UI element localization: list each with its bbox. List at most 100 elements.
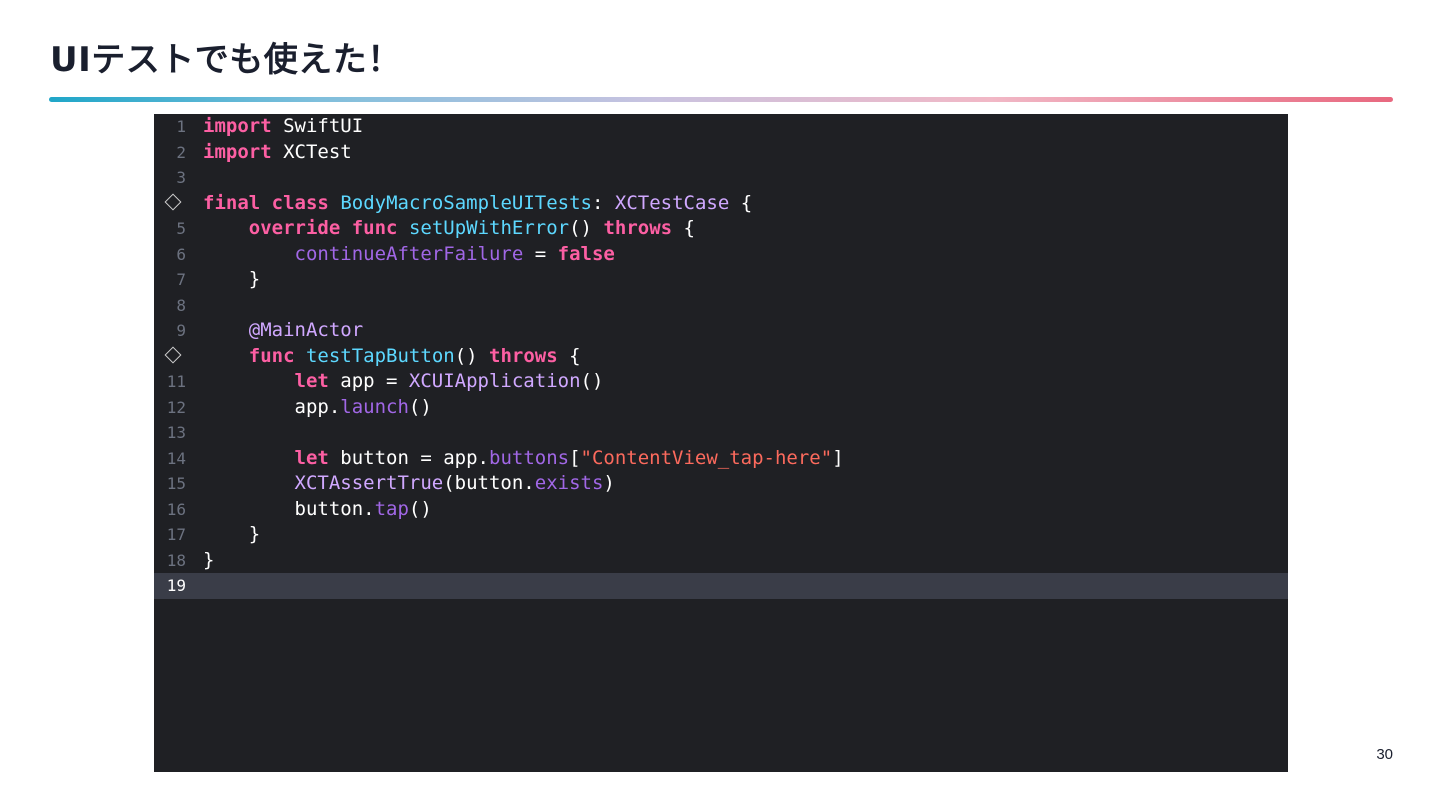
code-line[interactable]: 8	[154, 293, 1288, 319]
code-text: }	[203, 267, 260, 293]
code-token: button = app.	[328, 446, 489, 469]
code-text: func testTapButton() throws {	[203, 344, 581, 370]
line-number: 17	[166, 525, 186, 544]
code-text: import XCTest	[203, 140, 352, 166]
line-number: 11	[166, 372, 186, 391]
code-text: app.launch()	[203, 395, 432, 421]
code-editor[interactable]: 1 import SwiftUI 2 import XCTest 3 final clas…	[154, 114, 1288, 772]
code-token: {	[672, 217, 695, 239]
code-token: [	[569, 446, 581, 469]
code-line[interactable]: 13	[154, 420, 1288, 446]
code-line[interactable]: 6 continueAfterFailure = false	[154, 242, 1288, 268]
code-line[interactable]: 7 }	[154, 267, 1288, 293]
code-token: "ContentView_tap-here"	[580, 446, 833, 469]
test-diamond-icon[interactable]	[164, 193, 182, 210]
code-token: ()	[454, 344, 490, 367]
code-token: exists	[534, 472, 604, 494]
code-line[interactable]: 9 @MainActor	[154, 318, 1288, 344]
code-token: let	[294, 370, 329, 392]
code-token: =	[523, 242, 558, 265]
line-number: 14	[166, 448, 186, 468]
line-number: 9	[176, 321, 186, 340]
code-text: button.tap()	[203, 497, 432, 523]
code-line[interactable]: 14 let button = app.buttons["ContentView…	[154, 446, 1288, 472]
code-token: app =	[328, 370, 409, 392]
code-token: class	[271, 191, 329, 214]
code-line[interactable]: 12 app.launch()	[154, 395, 1288, 421]
code-line[interactable]: 1 import SwiftUI	[154, 114, 1288, 140]
code-text: }	[203, 522, 260, 548]
code-token: :	[591, 191, 615, 214]
code-line[interactable]: 18}	[154, 548, 1288, 574]
code-token: XCTest	[271, 140, 352, 163]
code-token: buttons	[489, 446, 570, 469]
code-token: }	[203, 268, 261, 290]
code-token: {	[557, 344, 581, 367]
code-token: ()	[408, 395, 432, 418]
line-number: 18	[166, 550, 186, 570]
code-token: ]	[832, 446, 844, 469]
code-token: import	[203, 115, 272, 137]
line-number: 16	[166, 499, 186, 519]
code-text: XCTAssertTrue(button.exists)	[203, 471, 615, 497]
title-divider	[49, 97, 1393, 102]
code-line[interactable]: 2 import XCTest	[154, 140, 1288, 166]
code-token: {	[729, 191, 753, 214]
code-token: let	[294, 446, 329, 469]
code-token: false	[557, 242, 615, 265]
code-token: @MainActor	[248, 319, 364, 341]
code-line[interactable]: 15 XCTAssertTrue(button.exists)	[154, 471, 1288, 497]
code-token: XCTestCase	[614, 191, 730, 214]
code-token: ()	[408, 497, 432, 520]
code-text: override func setUpWithError() throws {	[203, 216, 695, 242]
line-number: 6	[176, 244, 186, 264]
code-text: let button = app.buttons["ContentView_ta…	[203, 446, 844, 472]
code-token: button.	[203, 497, 375, 520]
code-token: app.	[203, 395, 341, 418]
line-number: 12	[166, 397, 186, 417]
code-token: ()	[569, 217, 604, 239]
line-number: 15	[166, 474, 186, 493]
code-text: @MainActor	[203, 318, 363, 344]
test-diamond-icon[interactable]	[164, 346, 182, 363]
code-line[interactable]: 11 let app = XCUIApplication()	[154, 369, 1288, 395]
code-token: func	[248, 344, 295, 367]
line-number: 7	[176, 270, 186, 289]
line-number: 13	[166, 423, 186, 442]
slide: UIテストでも使えた！ 1 import SwiftUI 2 import XCTes…	[0, 0, 1440, 810]
code-token: }	[203, 548, 215, 571]
code-line[interactable]: 17 }	[154, 522, 1288, 548]
code-token: override	[248, 217, 341, 239]
line-number: 5	[176, 219, 186, 238]
code-text: let app = XCUIApplication()	[203, 369, 604, 395]
code-line[interactable]: func testTapButton() throws {	[154, 344, 1288, 370]
code-line[interactable]: 16 button.tap()	[154, 497, 1288, 523]
code-text: import SwiftUI	[203, 114, 363, 140]
code-token: XCUIApplication	[408, 370, 581, 392]
code-text: }	[203, 548, 214, 574]
code-token: func	[351, 217, 398, 239]
line-number: 19	[166, 576, 186, 595]
code-token: final	[203, 191, 261, 214]
code-token: SwiftUI	[271, 115, 364, 137]
code-token: setUpWithError	[408, 217, 570, 239]
code-line[interactable]: 5 override func setUpWithError() throws …	[154, 216, 1288, 242]
code-token: )	[603, 472, 615, 494]
code-token: launch	[340, 395, 409, 418]
code-line[interactable]: 19	[154, 573, 1288, 599]
line-number: 8	[176, 295, 186, 315]
code-line[interactable]: final class BodyMacroSampleUITests: XCTe…	[154, 191, 1288, 217]
line-number: 3	[176, 168, 186, 187]
code-line[interactable]: 3	[154, 165, 1288, 191]
page-number: 30	[1376, 746, 1393, 763]
